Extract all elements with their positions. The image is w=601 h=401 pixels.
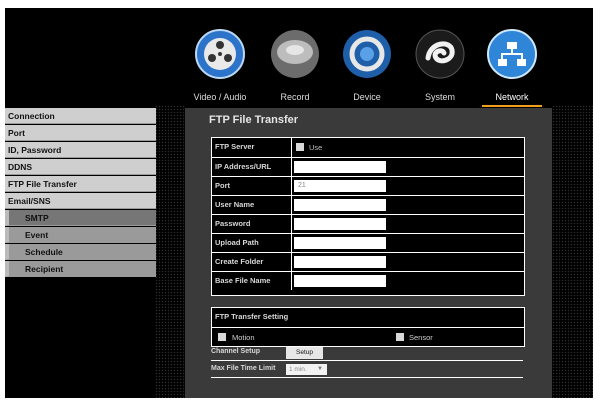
nav-record[interactable]: Record [255,28,335,106]
nav-label: Video / Audio [193,92,247,102]
ftp-server-label: FTP Server [212,138,292,157]
film-reel-icon [194,28,246,80]
user-name-row: User Name [212,195,524,214]
ip-address-input[interactable] [294,161,386,173]
create-folder-row: Create Folder [212,252,524,271]
user-name-input[interactable] [294,199,386,211]
motion-checkbox[interactable] [218,333,226,341]
nav-video-audio[interactable]: Video / Audio [180,28,260,106]
field-label: User Name [212,196,292,214]
field-label: Create Folder [212,253,292,271]
sensor-checkbox[interactable] [396,333,404,341]
swirl-icon [414,28,466,80]
sidebar-item-event[interactable]: Event [5,227,156,243]
sidebar-item-ftp-file-transfer[interactable]: FTP File Transfer [5,176,156,192]
nav-label: Device [353,92,381,102]
port-row: Port [212,176,524,195]
password-row: Password [212,214,524,233]
channel-setup-row: Channel Setup Setup [211,346,523,361]
motion-label: Motion [232,333,255,342]
max-file-time-label: Max File Time Limit [211,365,276,372]
power-icon [341,28,393,80]
dotted-divider-right [552,105,593,398]
ip-address-row: IP Address/URL [212,157,524,176]
transfer-setting-box: FTP Transfer Setting Motion Sensor [211,307,525,347]
nav-device[interactable]: Device [327,28,407,106]
field-label: Upload Path [212,234,292,252]
main-panel: FTP File Transfer FTP Server Use IP Addr… [185,108,552,398]
transfer-setting-title: FTP Transfer Setting [215,312,289,321]
field-label: IP Address/URL [212,158,292,176]
dotted-divider-left [155,105,185,398]
nav-system[interactable]: System [400,28,480,106]
sidebar-item-recipient[interactable]: Recipient [5,261,156,277]
sidebar-item-email-sns[interactable]: Email/SNS [5,193,156,209]
channel-setup-label: Channel Setup [211,348,261,355]
chevron-down-icon: ▼ [317,366,323,372]
base-file-name-row: Base File Name [212,271,524,290]
max-file-time-select[interactable]: 1 min. ▼ [286,364,327,375]
sidebar-item-port[interactable]: Port [5,125,156,141]
create-folder-input[interactable] [294,256,386,268]
max-file-time-row: Max File Time Limit 1 min. ▼ [211,361,523,378]
sidebar-item-smtp[interactable]: SMTP [5,210,156,226]
upload-path-row: Upload Path [212,233,524,252]
field-label: Port [212,177,292,195]
page-title: FTP File Transfer [209,114,299,126]
sidebar-item-schedule[interactable]: Schedule [5,244,156,260]
ftp-server-row: FTP Server Use [212,138,524,157]
sidebar-item-ddns[interactable]: DDNS [5,159,156,175]
network-icon [486,28,538,80]
password-input[interactable] [294,218,386,230]
base-file-name-input[interactable] [294,275,386,287]
ftp-server-use-checkbox[interactable] [296,143,304,151]
nav-network[interactable]: Network [472,28,552,107]
upload-path-input[interactable] [294,237,386,249]
use-label: Use [309,143,323,152]
app-window: Video / Audio Record Device System Netwo… [0,0,601,401]
port-input[interactable] [294,180,386,192]
max-file-time-value: 1 min. [289,366,307,373]
field-label: Base File Name [212,272,292,290]
ftp-server-settings: FTP Server Use IP Address/URL Port User … [211,137,525,296]
setup-button[interactable]: Setup [286,347,323,359]
sidebar-item-id-password[interactable]: ID, Password [5,142,156,158]
field-label: Password [212,215,292,233]
disk-icon [269,28,321,80]
sidebar-item-connection[interactable]: Connection [5,108,156,124]
nav-label: System [424,92,455,102]
nav-label: Network [495,92,529,102]
nav-label: Record [280,92,310,102]
sidebar: Connection Port ID, Password DDNS FTP Fi… [5,108,156,278]
divider [212,327,524,328]
sensor-label: Sensor [409,333,433,342]
active-tab-underline [482,105,542,107]
